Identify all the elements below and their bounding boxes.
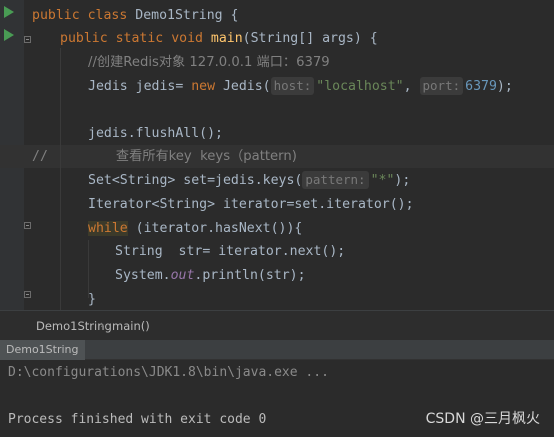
code-line-9: Iterator<String> iterator=set.iterator()… xyxy=(88,193,414,216)
code-line-8: Set<String> set=jedis.keys(pattern: "*"); xyxy=(88,169,410,192)
code-line-11: String str= iterator.next(); xyxy=(115,240,345,263)
comment: 查看所有key keys（pattern) xyxy=(115,149,297,164)
brace: { xyxy=(230,8,239,23)
keyword: new xyxy=(191,79,216,94)
code-line-7: // 查看所有key keys（pattern) xyxy=(32,145,297,168)
string-literal: "*" xyxy=(370,173,395,188)
code-text: (iterator.hasNext()){ xyxy=(127,221,303,236)
code-text: } xyxy=(88,292,96,307)
breadcrumb-method[interactable]: main() xyxy=(112,319,150,333)
param-hint: port: xyxy=(419,77,464,95)
code-text: , xyxy=(403,79,420,94)
keyword: public xyxy=(60,31,108,46)
breadcrumb-separator: › xyxy=(100,318,105,331)
code-line-2: public static void main(String[] args) { xyxy=(60,27,378,50)
param-hint: pattern: xyxy=(302,171,369,189)
keyword: static xyxy=(115,31,164,46)
run-class-icon[interactable] xyxy=(4,6,14,18)
keyword: public xyxy=(32,8,80,23)
console-exit-message: Process finished with exit code 0 xyxy=(8,412,267,427)
class-name: Demo1String xyxy=(135,8,223,23)
comment: //创建Redis对象 127.0.0.1 端口：6379 xyxy=(88,55,330,70)
code-line-13: } xyxy=(88,288,96,311)
code-line-10: while (iterator.hasNext()){ xyxy=(88,217,302,240)
code-line-4: Jedis jedis= new Jedis(host: "localhost",… xyxy=(88,75,513,98)
code-line-12: System.out.println(str); xyxy=(115,264,306,287)
code-line-3: //创建Redis对象 127.0.0.1 端口：6379 xyxy=(88,51,330,74)
number-literal: 6379 xyxy=(465,79,497,94)
code-text: Set<String> set=jedis.keys( xyxy=(88,173,303,188)
code-text: Iterator<String> iterator=set.iterator()… xyxy=(88,197,414,212)
param-hint: host: xyxy=(270,77,315,95)
code-line-1: public class Demo1String { xyxy=(32,4,239,27)
method-name: main xyxy=(210,31,243,46)
fold-minus-icon[interactable] xyxy=(24,291,31,298)
run-tab[interactable]: Demo1String xyxy=(0,340,85,360)
code-text: Jedis( xyxy=(215,79,271,94)
console-command: D:\configurations\JDK1.8\bin\java.exe ..… xyxy=(8,365,329,380)
code-text: .println(str); xyxy=(194,268,306,283)
string-literal: "localhost" xyxy=(316,79,404,94)
keyword: while xyxy=(88,221,128,236)
watermark: CSDN @三月枫火 xyxy=(425,411,540,427)
code-text: jedis.flushAll(); xyxy=(88,126,223,141)
code-text: ); xyxy=(394,173,411,188)
code-text: System. xyxy=(115,268,171,283)
indent-guide xyxy=(60,48,61,310)
code-text: Jedis jedis= xyxy=(88,79,192,94)
breadcrumb: Demo1String › main() xyxy=(0,310,554,340)
fold-minus-icon[interactable] xyxy=(24,222,31,229)
code-text: String str= iterator.next(); xyxy=(115,244,346,259)
run-main-icon[interactable] xyxy=(4,29,14,41)
code-text: ); xyxy=(496,79,513,94)
params: (String[] args) { xyxy=(242,31,378,46)
code-editor[interactable]: public class Demo1String { public static… xyxy=(0,0,554,310)
run-tab-bar: Demo1String xyxy=(0,340,554,360)
comment-prefix: // xyxy=(32,149,48,164)
field: out xyxy=(170,268,195,283)
code-line-6: jedis.flushAll(); xyxy=(88,122,223,145)
keyword: class xyxy=(87,8,128,23)
fold-minus-icon[interactable] xyxy=(24,36,31,43)
keyword: void xyxy=(171,31,203,46)
